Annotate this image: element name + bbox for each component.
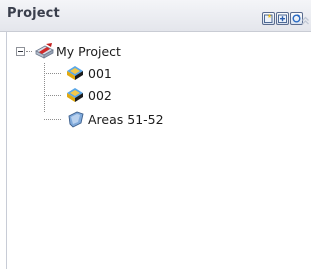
tree-node-001[interactable]: 001	[65, 63, 112, 83]
tree-connector	[44, 63, 45, 112]
tree-connector	[44, 119, 61, 120]
add-item-button[interactable]	[276, 12, 289, 25]
site-icon	[65, 86, 85, 104]
new-item-button[interactable]	[262, 12, 275, 25]
project-icon	[33, 42, 54, 60]
project-tree	[0, 32, 311, 269]
tree-node-label: 001	[88, 65, 112, 81]
project-panel: Project My Project 001 002 Areas 51-52	[0, 0, 311, 269]
tree-connector	[44, 73, 61, 74]
tree-node-002[interactable]: 002	[65, 85, 112, 105]
tree-node-label: My Project	[56, 43, 121, 59]
tree-node-label: 002	[88, 87, 112, 103]
chevron-up-icon	[300, 12, 311, 31]
panel-title: Project	[7, 6, 60, 21]
tree-connector	[44, 95, 61, 96]
panel-header: Project	[0, 0, 311, 32]
tree-node-areas-51-52[interactable]: Areas 51-52	[65, 109, 164, 129]
tree-node-label: Areas 51-52	[88, 111, 164, 127]
root-collapse-toggle[interactable]	[16, 47, 25, 56]
shield-icon	[65, 110, 85, 128]
site-icon	[65, 64, 85, 82]
tree-node-my-project[interactable]: My Project	[33, 41, 121, 61]
new-item-icon	[263, 13, 274, 24]
collapse-panel-button[interactable]	[300, 12, 311, 25]
tree-connector	[26, 51, 32, 52]
add-item-icon	[277, 13, 288, 24]
